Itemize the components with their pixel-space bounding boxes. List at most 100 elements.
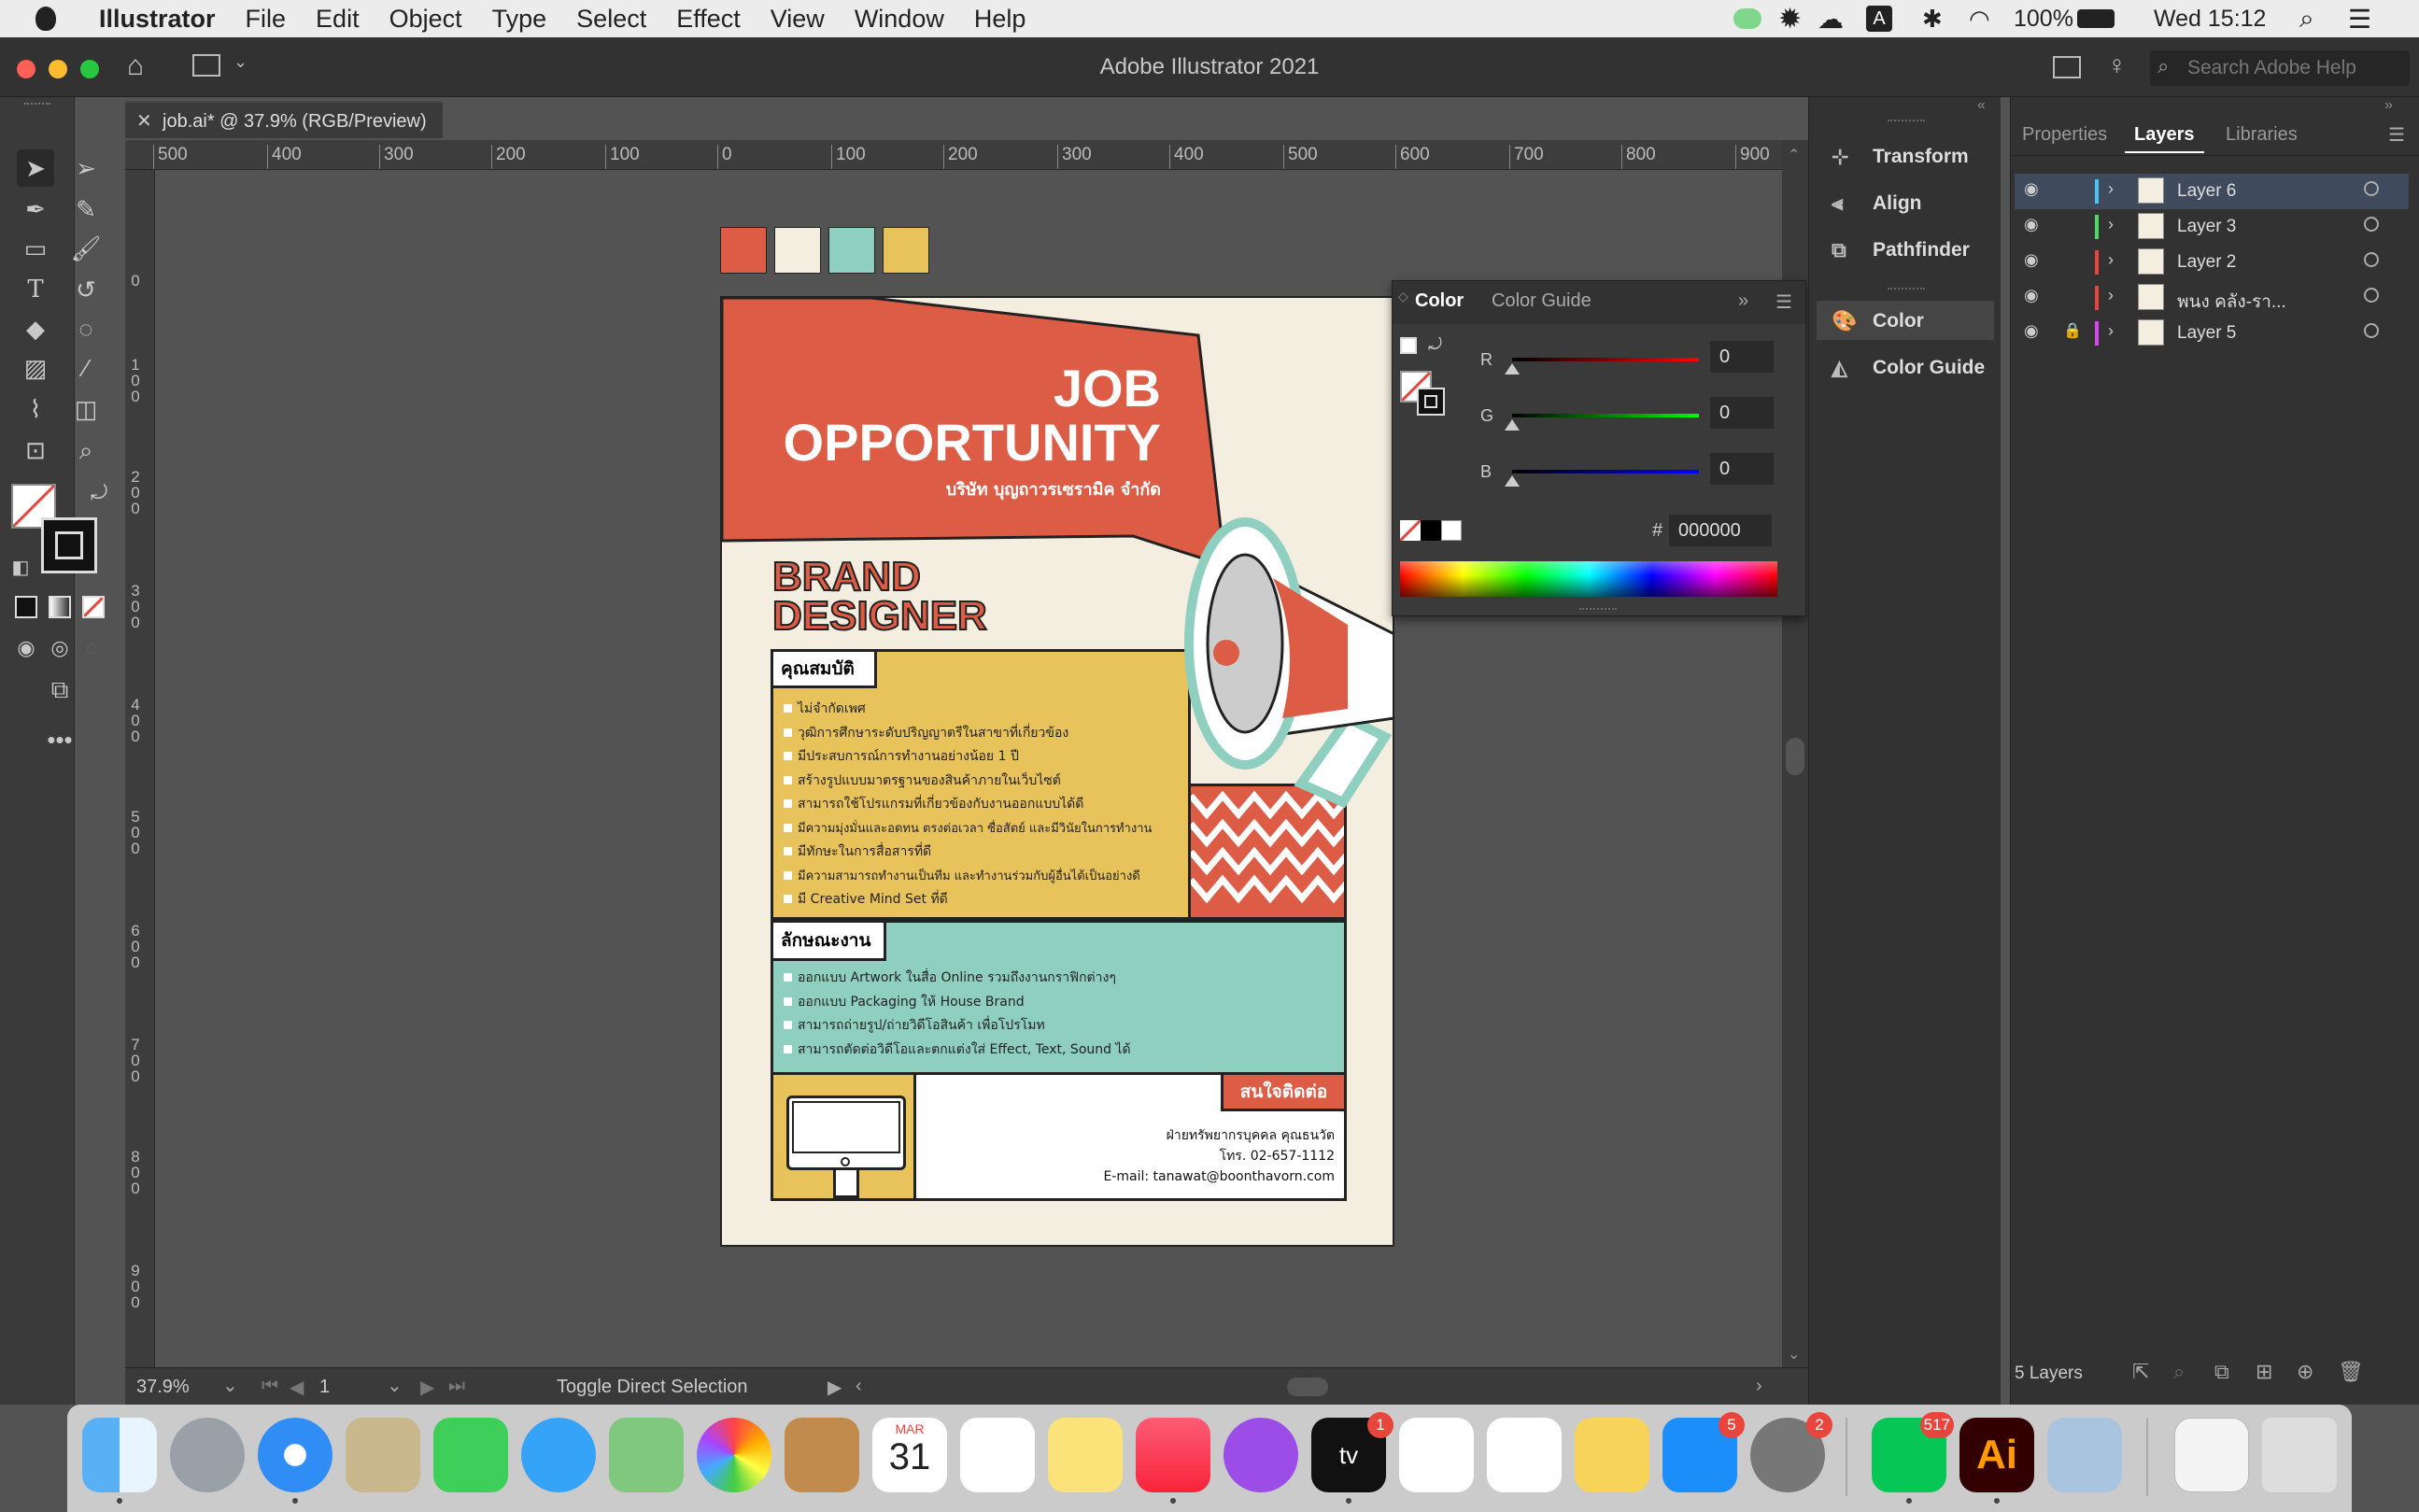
keynote-icon[interactable] [1487, 1418, 1562, 1492]
visibility-eye-icon[interactable]: ◉ [2024, 215, 2039, 234]
line-icon[interactable]: 517 [1872, 1412, 1954, 1492]
launchpad-icon[interactable] [170, 1418, 245, 1492]
eraser-tool-icon[interactable]: ◆ [17, 310, 54, 347]
battery-percent[interactable]: 100% [2014, 0, 2073, 37]
color-swatch[interactable] [720, 227, 767, 274]
layer-name[interactable]: Layer 5 [2177, 323, 2236, 344]
maps-icon[interactable] [609, 1418, 684, 1492]
layer-row[interactable]: ◉ › Layer 6 [2015, 174, 2409, 209]
menu-object[interactable]: Object [375, 5, 477, 34]
spotlight-search-icon[interactable]: ⌕ [2299, 0, 2314, 37]
messages-icon[interactable] [521, 1418, 596, 1492]
stroke-swatch[interactable] [41, 517, 97, 573]
lock-icon[interactable]: 🔒 [2063, 321, 2082, 340]
panel-resize-grip[interactable] [1579, 608, 1617, 612]
zoom-level[interactable]: 37.9% [136, 1377, 190, 1398]
image-capture-icon[interactable] [2047, 1418, 2122, 1492]
horizontal-ruler[interactable]: 500 400 300 200 100 0 100 200 300 400 50… [125, 140, 1782, 170]
target-circle-icon[interactable] [2364, 217, 2379, 232]
input-source-icon[interactable]: A [1866, 0, 1892, 37]
scroll-down-icon[interactable]: ⌄ [1788, 1345, 1800, 1364]
tab-libraries[interactable]: Libraries [2216, 116, 2307, 153]
artboard-dropdown-icon[interactable]: ⌄ [387, 1374, 403, 1397]
panel-menu-icon[interactable]: ☰ [1775, 290, 1792, 314]
gradient-tool-icon[interactable]: ▨ [17, 349, 54, 387]
status-text[interactable]: Toggle Direct Selection [557, 1377, 748, 1398]
menu-file[interactable]: File [231, 5, 302, 34]
r-slider[interactable] [1512, 358, 1699, 361]
last-artboard-icon[interactable]: ⏭ [448, 1376, 465, 1397]
edit-toolbar-icon[interactable]: ••• [41, 721, 78, 758]
panel-color[interactable]: 🎨 Color [1828, 301, 1996, 342]
photos-icon[interactable] [697, 1418, 771, 1492]
target-circle-icon[interactable] [2364, 252, 2379, 267]
layer-name[interactable]: พนง คลัง-รา... [2177, 288, 2286, 316]
target-circle-icon[interactable] [2364, 288, 2379, 303]
reminders-icon[interactable] [960, 1418, 1035, 1492]
collapse-chevron-icon[interactable]: ◇ [1398, 289, 1408, 304]
r-value-field[interactable]: 0 [1710, 341, 1774, 373]
next-artboard-icon[interactable]: ▶ [420, 1376, 434, 1399]
rotate-tool-icon[interactable]: ↺ [67, 271, 105, 308]
menu-view[interactable]: View [756, 5, 840, 34]
none-quick-swatch[interactable] [1398, 518, 1422, 543]
first-artboard-icon[interactable]: ⏮ [262, 1376, 278, 1397]
bluetooth-icon[interactable]: ✱ [1922, 0, 1943, 37]
scroll-right-icon[interactable]: › [1756, 1376, 1762, 1397]
change-screen-mode-icon[interactable]: ⧉ [41, 671, 78, 708]
menu-window[interactable]: Window [840, 5, 959, 34]
panel-align[interactable]: ⫷ Align [1828, 183, 1996, 224]
vertical-ruler[interactable]: 0 100 200 300 400 500 600 700 800 900 [125, 170, 155, 1367]
scroll-left-icon[interactable]: ‹ [856, 1376, 862, 1397]
battery-icon[interactable] [2077, 0, 2115, 37]
visibility-eye-icon[interactable]: ◉ [2024, 250, 2039, 270]
layer-name[interactable]: Layer 6 [2177, 181, 2236, 202]
document-tab[interactable]: ✕ job.ai* @ 37.9% (RGB/Preview) [125, 101, 443, 138]
type-tool-icon[interactable]: T [17, 271, 54, 308]
layer-row[interactable]: ◉ › Layer 3 [2015, 209, 2409, 245]
zoom-dropdown-icon[interactable]: ⌄ [222, 1374, 238, 1397]
new-layer-icon[interactable]: ⊕ [2297, 1360, 2313, 1384]
system-preferences-icon[interactable]: 2 [1750, 1412, 1832, 1492]
locate-object-icon[interactable]: ⌕ [2173, 1360, 2185, 1384]
artboard-tool-icon[interactable]: ⊡ [17, 431, 54, 469]
illustrator-icon[interactable]: Ai [1959, 1418, 2034, 1492]
visibility-eye-icon[interactable]: ◉ [2024, 321, 2039, 341]
close-tab-icon[interactable]: ✕ [136, 103, 152, 140]
panel-grip[interactable] [1888, 288, 1925, 291]
color-swatch[interactable] [774, 227, 821, 274]
swap-fill-stroke-icon[interactable]: ⤾ [80, 474, 118, 512]
layer-row[interactable]: ◉ › Layer 2 [2015, 245, 2409, 280]
scroll-up-icon[interactable]: ⌃ [1788, 146, 1800, 164]
panel-grip[interactable] [1888, 120, 1925, 123]
tab-layers[interactable]: Layers [2125, 116, 2204, 153]
scrollbar-thumb[interactable] [1786, 738, 1804, 775]
collect-export-icon[interactable]: ⇱ [2132, 1360, 2149, 1384]
wifi-icon[interactable]: ◠ [1969, 0, 1990, 37]
document-stack-icon[interactable] [2174, 1418, 2249, 1492]
rectangle-tool-icon[interactable]: ▭ [17, 230, 54, 267]
expand-layer-icon[interactable]: › [2108, 215, 2114, 234]
visibility-eye-icon[interactable]: ◉ [2024, 179, 2039, 199]
apple-icon[interactable] [35, 7, 56, 31]
shape-builder-tool-icon[interactable]: ◫ [67, 390, 105, 428]
line-status-icon[interactable] [1733, 0, 1761, 37]
b-slider-handle[interactable] [1505, 475, 1520, 487]
color-spectrum[interactable] [1400, 561, 1777, 597]
menu-help[interactable]: Help [959, 5, 1041, 34]
default-fill-stroke-icon[interactable]: ◧ [2, 549, 39, 586]
menu-app-name[interactable]: Illustrator [84, 5, 231, 34]
menu-effect[interactable]: Effect [661, 5, 756, 34]
eyedropper-tool-icon[interactable]: ⁄ [67, 349, 105, 387]
hex-value-field[interactable]: 000000 [1669, 515, 1772, 546]
curvature-tool-icon[interactable]: ✎ [67, 191, 105, 228]
layer-name[interactable]: Layer 2 [2177, 252, 2236, 273]
b-slider[interactable] [1512, 470, 1699, 473]
status-menu-icon[interactable]: ▶ [828, 1376, 842, 1399]
gradient-mode-icon[interactable] [49, 596, 71, 618]
calendar-icon[interactable]: MAR 31 [872, 1418, 947, 1492]
notification-center-icon[interactable]: ☰ [2348, 0, 2371, 37]
paintbrush-tool-icon[interactable]: 🖌 [67, 230, 105, 267]
creative-cloud-icon[interactable]: ☁ [1818, 0, 1844, 37]
color-swatch[interactable] [828, 227, 875, 274]
